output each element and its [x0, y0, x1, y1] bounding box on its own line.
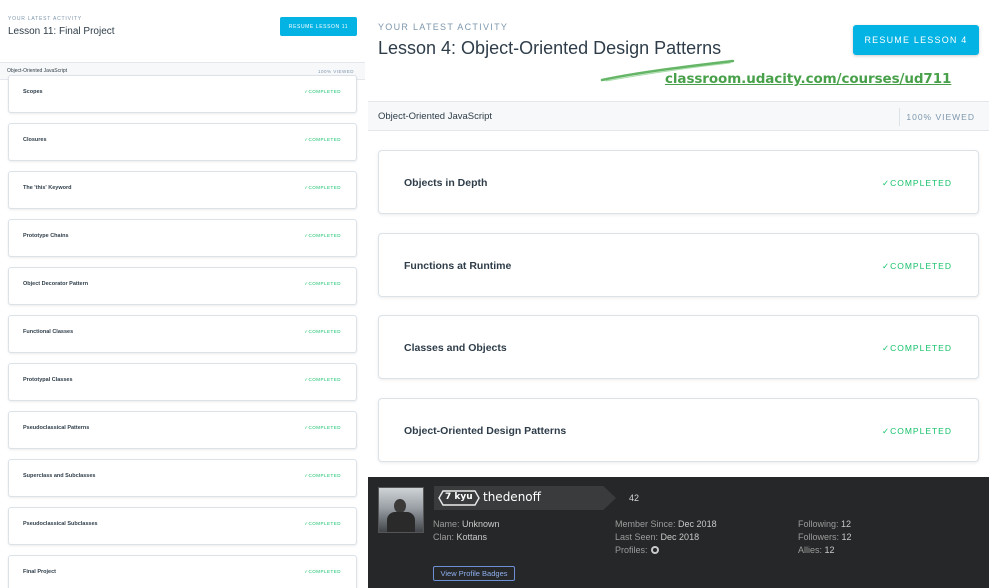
right-panel: YOUR LATEST ACTIVITY Lesson 4: Object-Or…: [368, 0, 989, 477]
member-since-value: Dec 2018: [678, 519, 717, 529]
profiles-label: Profiles:: [615, 545, 648, 555]
completed-status: ✓COMPLETED: [304, 521, 341, 526]
allies-value: 12: [824, 545, 835, 555]
completed-status: ✓COMPLETED: [304, 233, 341, 238]
lesson-title: Prototype Chains: [23, 233, 69, 239]
lesson-title: Scopes: [23, 89, 43, 95]
lesson-title: Final Project: [23, 569, 57, 575]
right-eyebrow: YOUR LATEST ACTIVITY: [378, 22, 509, 32]
right-resume-lesson-button[interactable]: RESUME LESSON 4: [853, 25, 979, 55]
profile-clan-row: Clan: Kottans: [433, 531, 500, 544]
view-profile-badges-button[interactable]: View Profile Badges: [433, 566, 515, 581]
completed-status: ✓COMPLETED: [881, 260, 952, 271]
lesson-card[interactable]: Closures ✓COMPLETED: [8, 123, 357, 161]
completed-status: ✓COMPLETED: [304, 569, 341, 574]
clan-label: Clan:: [433, 532, 455, 542]
followers-value: 12: [841, 532, 852, 542]
completed-status: ✓COMPLETED: [304, 89, 341, 94]
github-icon[interactable]: [650, 546, 659, 554]
allies-label: Allies:: [798, 545, 823, 555]
left-course-name[interactable]: Object-Oriented JavaScript: [7, 68, 67, 74]
lesson-title: Closures: [23, 137, 47, 143]
name-value: Unknown: [462, 519, 500, 529]
following-label: Following:: [798, 519, 839, 529]
lesson-card[interactable]: Prototypal Classes ✓COMPLETED: [8, 363, 357, 401]
right-course-name[interactable]: Object-Oriented JavaScript: [378, 111, 492, 122]
completed-status: ✓COMPLETED: [304, 281, 341, 286]
avatar-body-shape: [387, 512, 415, 532]
completed-status: ✓COMPLETED: [881, 425, 952, 436]
profile-info-column-1: Name: Unknown Clan: Kottans: [433, 518, 500, 544]
lesson-title: Object-Oriented Design Patterns: [404, 424, 567, 437]
codewars-profile-panel: 7 kyu thedenoff 42 Name: Unknown Clan: K…: [368, 477, 989, 588]
completed-status: ✓COMPLETED: [304, 329, 341, 334]
member-since-label: Member Since:: [615, 519, 676, 529]
last-seen-label: Last Seen:: [615, 532, 659, 542]
lesson-title: Prototypal Classes: [23, 377, 73, 383]
lesson-card[interactable]: Object-Oriented Design Patterns ✓COMPLETE…: [378, 397, 979, 462]
right-viewed-percent: 100% VIEWED: [906, 112, 975, 122]
lesson-card[interactable]: Final Project ✓COMPLETED: [8, 555, 357, 588]
completed-status: ✓COMPLETED: [304, 377, 341, 382]
lesson-title: Functions at Runtime: [404, 259, 512, 272]
completed-status: ✓COMPLETED: [881, 343, 952, 353]
following-value: 12: [841, 519, 852, 529]
profile-info-column-3: Following: 12 Followers: 12 Allies: 12: [798, 518, 852, 557]
lesson-title: Classes and Objects: [404, 342, 507, 354]
left-viewed-percent: 100% VIEWED: [317, 69, 354, 74]
lesson-card[interactable]: Objects in Depth ✓COMPLETED: [378, 150, 979, 214]
lesson-card[interactable]: Functional Classes ✓COMPLETED: [8, 315, 357, 353]
last-seen-row: Last Seen: Dec 2018: [615, 531, 717, 544]
lesson-card[interactable]: Pseudoclassical Patterns ✓COMPLETED: [8, 411, 357, 449]
followers-row: Followers: 12: [798, 531, 852, 544]
user-avatar[interactable]: [378, 487, 424, 533]
lesson-title: Functional Classes: [23, 329, 74, 335]
lesson-card[interactable]: Prototype Chains ✓COMPLETED: [8, 219, 357, 257]
lesson-card[interactable]: Functions at Runtime ✓COMPLETED: [378, 232, 979, 297]
viewed-divider: [899, 108, 900, 126]
allies-row: Allies: 12: [798, 544, 852, 557]
left-header: YOUR LATEST ACTIVITY Lesson 11: Final Pr…: [0, 0, 365, 62]
profile-name-row: Name: Unknown: [433, 518, 500, 531]
completed-status: ✓COMPLETED: [304, 425, 341, 430]
profile-username: thedenoff: [483, 490, 541, 504]
honor-score: 42: [629, 493, 640, 503]
lesson-card[interactable]: Object Decorator Pattern ✓COMPLETED: [8, 267, 357, 305]
lesson-card[interactable]: Classes and Objects ✓COMPLETED: [378, 315, 979, 379]
name-label: Name:: [433, 519, 460, 529]
completed-status: ✓COMPLETED: [881, 178, 952, 188]
right-course-bar: Object-Oriented JavaScript 100% VIEWED: [368, 101, 989, 131]
lesson-title: Objects in Depth: [404, 177, 488, 189]
left-eyebrow: YOUR LATEST ACTIVITY: [8, 16, 82, 22]
course-url-link[interactable]: classroom.udacity.com/courses/ud711: [665, 71, 951, 87]
lesson-card[interactable]: Pseudoclassical Subclasses ✓COMPLETED: [8, 507, 357, 545]
lesson-card[interactable]: The 'this' Keyword ✓COMPLETED: [8, 171, 357, 209]
completed-status: ✓COMPLETED: [304, 185, 341, 190]
completed-status: ✓COMPLETED: [304, 137, 341, 142]
profiles-row: Profiles:: [615, 544, 717, 557]
lesson-card[interactable]: Scopes ✓COMPLETED: [8, 75, 357, 113]
lesson-title: Pseudoclassical Patterns: [23, 425, 90, 431]
last-seen-value: Dec 2018: [660, 532, 700, 542]
lesson-title: Object Decorator Pattern: [23, 281, 89, 287]
completed-status: ✓COMPLETED: [304, 473, 341, 478]
lesson-title: Pseudoclassical Subclasses: [23, 521, 98, 527]
left-lesson-title: Lesson 11: Final Project: [8, 26, 115, 37]
rank-badge-label: 7 kyu: [445, 492, 473, 502]
clan-value: Kottans: [456, 532, 488, 542]
left-resume-lesson-button[interactable]: RESUME LESSON 11: [280, 17, 357, 36]
left-panel: YOUR LATEST ACTIVITY Lesson 11: Final Pr…: [0, 0, 365, 588]
member-since-row: Member Since: Dec 2018: [615, 518, 717, 531]
right-lesson-title: Lesson 4: Object-Oriented Design Pattern…: [378, 38, 722, 58]
lesson-title: The 'this' Keyword: [23, 185, 72, 191]
following-row: Following: 12: [798, 518, 852, 531]
lesson-card[interactable]: Superclass and Subclasses ✓COMPLETED: [8, 459, 357, 497]
followers-label: Followers:: [798, 532, 840, 542]
profile-info-column-2: Member Since: Dec 2018 Last Seen: Dec 20…: [615, 518, 717, 557]
avatar-head-shape: [394, 499, 406, 513]
lesson-title: Superclass and Subclasses: [23, 473, 96, 479]
